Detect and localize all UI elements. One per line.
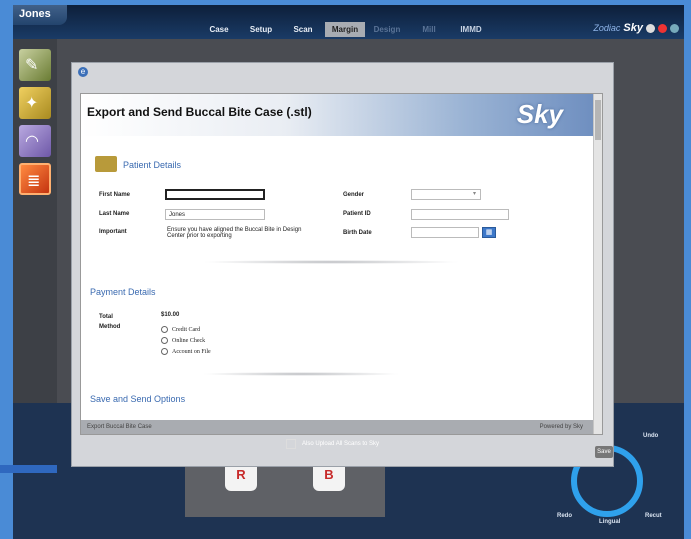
sky-logo: Sky xyxy=(516,99,563,129)
checkbox-icon[interactable] xyxy=(286,439,296,449)
chevron-down-icon: ▾ xyxy=(472,191,476,197)
first-name-label: First Name xyxy=(99,192,131,198)
radio-icon xyxy=(161,326,168,333)
tab-margin[interactable]: Margin xyxy=(325,22,365,37)
brand-area: Zodiac Sky xyxy=(593,22,679,34)
footer-left-text: Export Buccal Bite Case xyxy=(87,424,152,430)
help-icon[interactable] xyxy=(670,23,679,33)
bite-tool-icon[interactable]: ≣ xyxy=(19,163,51,195)
radio-label: Credit Card xyxy=(172,326,201,333)
footer-right-text: Powered by Sky xyxy=(539,424,583,430)
radio-label: Account on File xyxy=(172,348,211,355)
wheel-label-recut: Recut xyxy=(645,513,662,519)
tooth-tool-icon[interactable]: ✦ xyxy=(19,87,51,119)
save-send-title[interactable]: Save and Send Options xyxy=(90,394,185,404)
upload-scans-label: Also Upload All Scans to Sky xyxy=(302,441,380,447)
gender-select[interactable]: ▾ xyxy=(411,189,481,200)
dialog-header: Export and Send Buccal Bite Case (.stl) … xyxy=(81,94,593,136)
save-button[interactable]: Save xyxy=(595,446,613,458)
section-divider xyxy=(201,372,401,376)
radio-icon xyxy=(161,348,168,355)
important-label: Important xyxy=(99,229,127,235)
tab-case[interactable]: Case xyxy=(199,22,239,37)
tab-mill[interactable]: Mill xyxy=(409,22,449,37)
side-tab-strip xyxy=(0,465,57,473)
radio-label: Online Check xyxy=(172,337,206,344)
tab-immd[interactable]: IMMD xyxy=(451,22,491,37)
dialog-status-bar: Export Buccal Bite Case Powered by Sky xyxy=(81,420,593,434)
tab-setup[interactable]: Setup xyxy=(241,22,281,37)
last-name-field[interactable]: Jones xyxy=(165,209,265,220)
radio-credit-card[interactable]: Credit Card xyxy=(161,326,200,333)
section-divider xyxy=(201,260,461,264)
wheel-label-undo: Undo xyxy=(643,433,659,439)
first-name-field[interactable] xyxy=(165,189,265,200)
arc-tool-icon[interactable]: ◠ xyxy=(19,125,51,157)
radio-icon xyxy=(161,337,168,344)
calendar-icon[interactable]: ▦ xyxy=(482,227,496,238)
dialog-title: Export and Send Buccal Bite Case (.stl) xyxy=(87,105,312,119)
total-value: $10.00 xyxy=(161,312,180,318)
user-tab[interactable]: Jones xyxy=(13,5,67,25)
brand-prefix: Zodiac xyxy=(593,23,621,33)
gender-label: Gender xyxy=(343,192,365,198)
brand-logo: Sky xyxy=(623,22,643,34)
scrollbar-thumb[interactable] xyxy=(595,100,601,140)
patient-id-label: Patient ID xyxy=(343,211,371,217)
export-dialog: e Export and Send Buccal Bite Case (.stl… xyxy=(71,62,614,467)
settings-icon[interactable] xyxy=(646,23,655,33)
draw-tool-icon[interactable]: ✎ xyxy=(19,49,51,81)
left-toolbar: ✎ ✦ ◠ ≣ xyxy=(13,39,57,419)
alert-icon[interactable] xyxy=(658,23,667,33)
upload-scans-option[interactable]: Also Upload All Scans to Sky xyxy=(286,439,379,449)
dialog-content: Export and Send Buccal Bite Case (.stl) … xyxy=(80,93,603,435)
total-label: Total xyxy=(99,314,113,320)
birth-date-label: Birth Date xyxy=(343,230,372,236)
payment-details-title: Payment Details xyxy=(90,287,156,297)
method-label: Method xyxy=(99,324,121,330)
tab-design[interactable]: Design xyxy=(367,22,407,37)
tab-scan[interactable]: Scan xyxy=(283,22,323,37)
birth-date-field[interactable] xyxy=(411,227,479,238)
dialog-icon: e xyxy=(78,67,88,77)
important-note: Ensure you have aligned the Buccal Bite … xyxy=(167,227,302,239)
top-toolbar: Jones Case Setup Scan Margin Design Mill… xyxy=(13,5,684,39)
radio-account-on-file[interactable]: Account on File xyxy=(161,348,211,355)
radio-online-check[interactable]: Online Check xyxy=(161,337,205,344)
last-name-label: Last Name xyxy=(99,211,130,217)
workflow-tabs: Case Setup Scan Margin Design Mill IMMD xyxy=(199,22,491,37)
folder-icon xyxy=(95,156,117,172)
patient-details-title: Patient Details xyxy=(123,160,182,170)
patient-id-field[interactable] xyxy=(411,209,509,220)
dialog-scrollbar[interactable] xyxy=(593,94,602,434)
wheel-label-redo: Redo xyxy=(557,513,572,519)
wheel-label-lingual: Lingual xyxy=(599,519,621,525)
